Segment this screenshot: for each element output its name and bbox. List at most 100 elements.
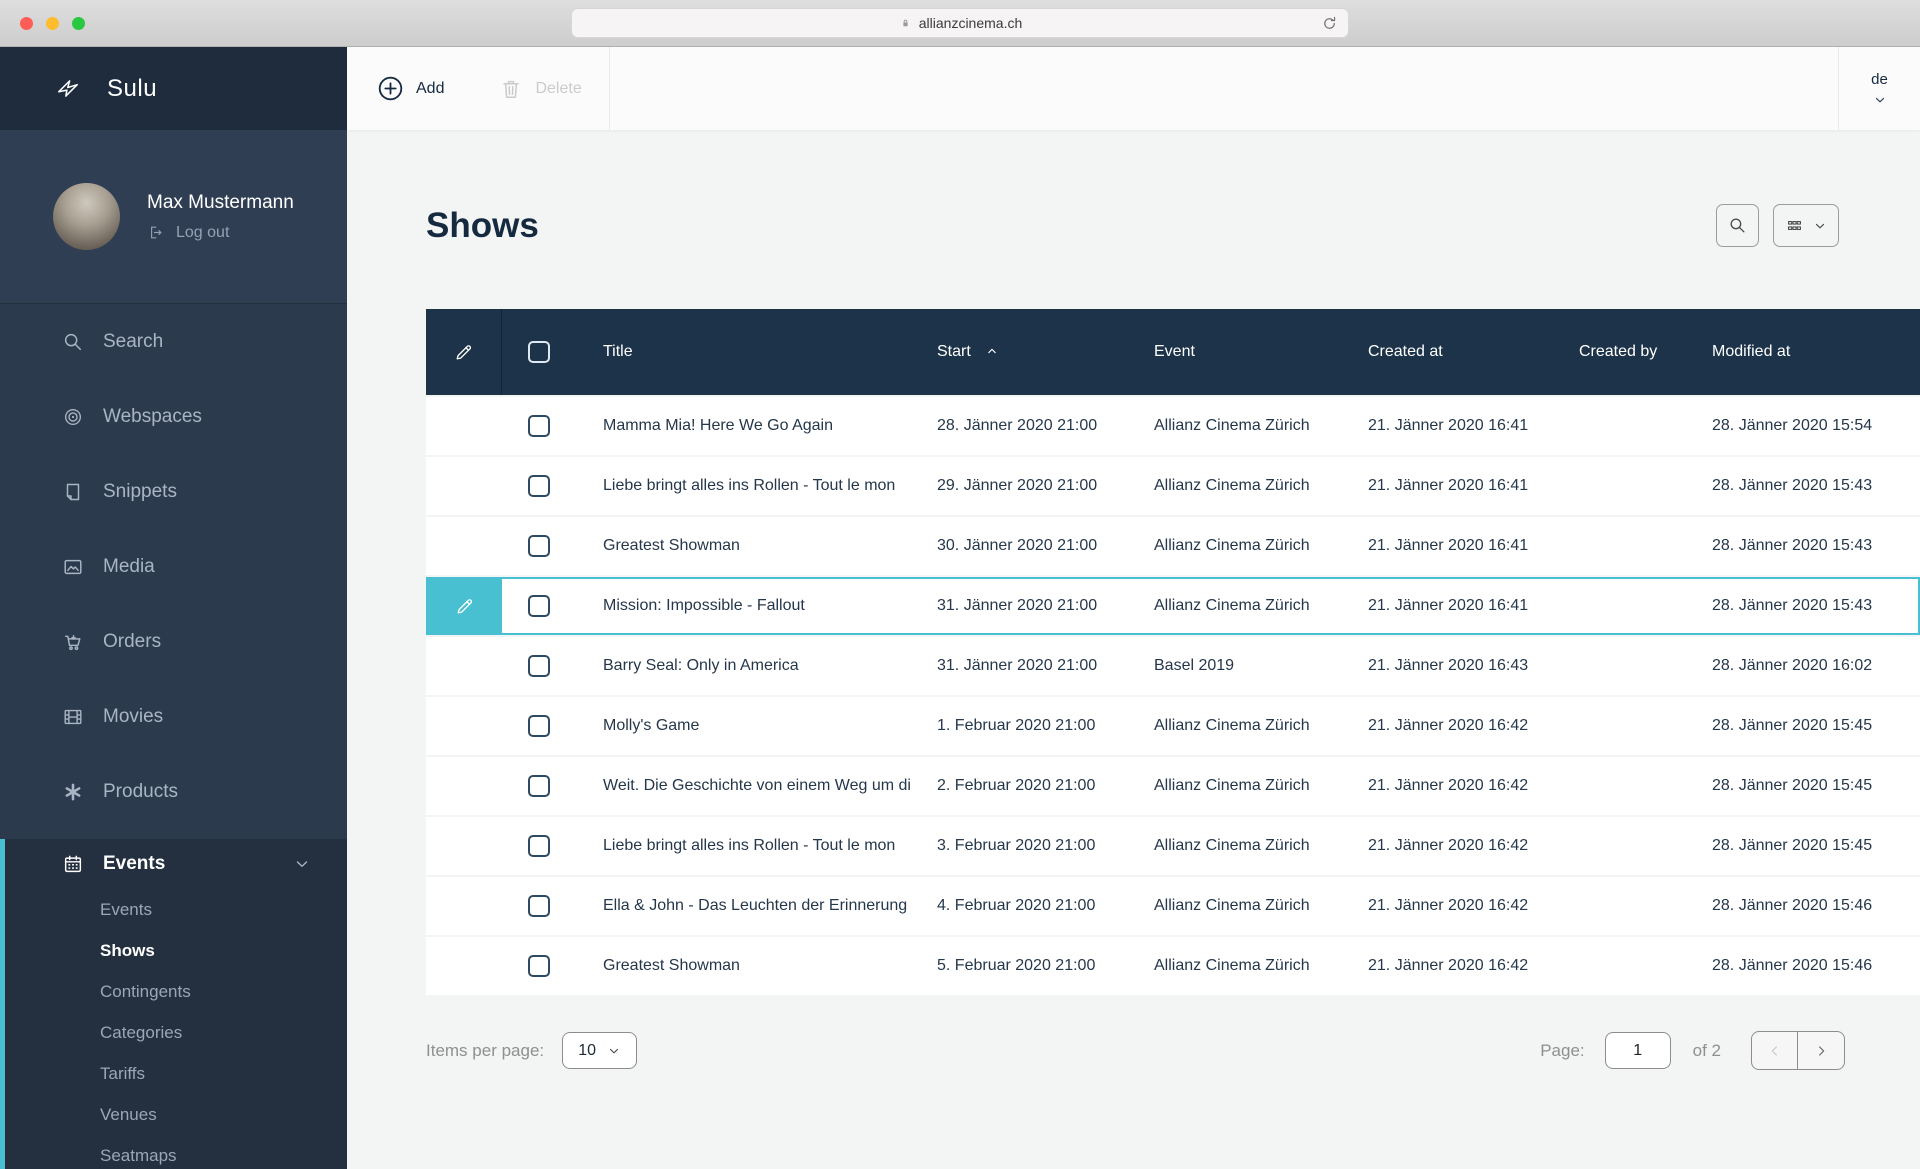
page-number-input[interactable] — [1605, 1032, 1671, 1069]
logout-button[interactable]: Log out — [147, 224, 294, 242]
close-window-button[interactable] — [20, 17, 33, 30]
table-row[interactable]: Liebe bringt alles ins Rollen - Tout le … — [426, 817, 1920, 875]
row-created-at: 21. Jänner 2020 16:42 — [1361, 717, 1572, 735]
add-button-label: Add — [416, 80, 444, 98]
row-checkbox[interactable] — [528, 895, 550, 917]
row-title: Mamma Mia! Here We Go Again — [575, 417, 930, 435]
row-checkbox[interactable] — [528, 715, 550, 737]
add-button[interactable]: Add — [377, 75, 444, 102]
sidebar-item-events-section[interactable]: Events — [5, 839, 347, 889]
row-modified-at: 28. Jänner 2020 15:45 — [1705, 837, 1920, 855]
row-checkbox[interactable] — [528, 415, 550, 437]
column-header-start[interactable]: Start — [930, 343, 1147, 361]
table-row[interactable]: Mamma Mia! Here We Go Again28. Jänner 20… — [426, 397, 1920, 455]
column-header-event[interactable]: Event — [1147, 343, 1361, 361]
sidebar-item-webspaces[interactable]: Webspaces — [0, 379, 347, 454]
view-mode-button[interactable] — [1773, 204, 1839, 247]
row-created-at: 21. Jänner 2020 16:42 — [1361, 777, 1572, 795]
column-header-title[interactable]: Title — [575, 343, 930, 361]
select-all-checkbox[interactable] — [528, 341, 550, 363]
row-checkbox-cell — [502, 415, 575, 437]
row-checkbox-cell — [502, 595, 575, 617]
table-row[interactable]: Mission: Impossible - Fallout31. Jänner … — [426, 577, 1920, 635]
row-checkbox[interactable] — [528, 475, 550, 497]
row-created-at: 21. Jänner 2020 16:41 — [1361, 597, 1572, 615]
table-row[interactable]: Molly's Game1. Februar 2020 21:00Allianz… — [426, 697, 1920, 755]
row-edit-cell — [426, 517, 502, 575]
row-title: Greatest Showman — [575, 957, 930, 975]
column-header-modified-at[interactable]: Modified at — [1705, 343, 1920, 361]
table-row[interactable]: Greatest Showman5. Februar 2020 21:00All… — [426, 937, 1920, 995]
sidebar-subitem-contingents[interactable]: Contingents — [5, 971, 347, 1012]
sidebar-nav: Search Webspaces SnippetsMediaOrdersMovies… — [0, 303, 347, 839]
row-title: Mission: Impossible - Fallout — [575, 597, 930, 615]
row-start: 2. Februar 2020 21:00 — [930, 777, 1147, 795]
row-created-at: 21. Jänner 2020 16:42 — [1361, 957, 1572, 975]
row-title: Weit. Die Geschichte von einem Weg um di — [575, 777, 930, 795]
table-row[interactable]: Ella & John - Das Leuchten der Erinnerun… — [426, 877, 1920, 935]
search-button[interactable] — [1716, 204, 1759, 247]
sidebar-item-search[interactable]: Search — [0, 304, 347, 379]
row-checkbox-cell — [502, 655, 575, 677]
minimize-window-button[interactable] — [46, 17, 59, 30]
row-event: Basel 2019 — [1147, 657, 1361, 675]
sidebar-item-orders[interactable]: Orders — [0, 604, 347, 679]
table-row[interactable]: Liebe bringt alles ins Rollen - Tout le … — [426, 457, 1920, 515]
edit-column-header — [426, 309, 502, 395]
sulu-logo-label: Sulu — [107, 75, 157, 103]
sidebar-subitem-seatmaps[interactable]: Seatmaps — [5, 1135, 347, 1169]
refresh-icon[interactable] — [1320, 14, 1339, 33]
sulu-logo-icon — [55, 76, 81, 102]
sidebar-subitem-categories[interactable]: Categories — [5, 1012, 347, 1053]
row-edit-cell — [426, 457, 502, 515]
row-checkbox[interactable] — [528, 595, 550, 617]
row-checkbox-cell — [502, 475, 575, 497]
row-created-at: 21. Jänner 2020 16:41 — [1361, 417, 1572, 435]
chevron-down-icon — [607, 1044, 621, 1058]
row-checkbox[interactable] — [528, 535, 550, 557]
sidebar-subitem-shows[interactable]: Shows — [5, 930, 347, 971]
pagination: Items per page: 10 Page: of 2 — [426, 1031, 1845, 1070]
sidebar-subitem-venues[interactable]: Venues — [5, 1094, 347, 1135]
page-label: Page: — [1540, 1041, 1584, 1061]
items-per-page-select[interactable]: 10 — [562, 1032, 637, 1069]
sidebar-item-media[interactable]: Media — [0, 529, 347, 604]
row-checkbox-cell — [502, 955, 575, 977]
table-row[interactable]: Greatest Showman30. Jänner 2020 21:00All… — [426, 517, 1920, 575]
next-page-button[interactable] — [1798, 1032, 1844, 1069]
address-bar[interactable]: allianzcinema.ch — [571, 8, 1349, 38]
column-header-created-at[interactable]: Created at — [1361, 343, 1572, 361]
sidebar-subitem-tariffs[interactable]: Tariffs — [5, 1053, 347, 1094]
row-checkbox-cell — [502, 535, 575, 557]
table-row[interactable]: Weit. Die Geschichte von einem Weg um di… — [426, 757, 1920, 815]
sulu-logo[interactable]: Sulu — [0, 47, 347, 130]
sidebar-item-snippets[interactable]: Snippets — [0, 454, 347, 529]
row-modified-at: 28. Jänner 2020 15:45 — [1705, 777, 1920, 795]
row-start: 5. Februar 2020 21:00 — [930, 957, 1147, 975]
zoom-window-button[interactable] — [72, 17, 85, 30]
row-event: Allianz Cinema Zürich — [1147, 477, 1361, 495]
row-checkbox-cell — [502, 715, 575, 737]
table-row[interactable]: Barry Seal: Only in America31. Jänner 20… — [426, 637, 1920, 695]
row-edit-cell — [426, 757, 502, 815]
row-edit-button[interactable] — [426, 577, 502, 635]
row-modified-at: 28. Jänner 2020 15:43 — [1705, 597, 1920, 615]
shows-table: Title Start Event Created at Created by — [426, 309, 1920, 995]
locale-label: de — [1871, 71, 1888, 88]
row-title: Greatest Showman — [575, 537, 930, 555]
row-checkbox[interactable] — [528, 775, 550, 797]
row-event: Allianz Cinema Zürich — [1147, 537, 1361, 555]
locale-switcher[interactable]: de — [1838, 47, 1920, 130]
chevron-down-icon — [1813, 219, 1827, 233]
previous-page-button[interactable] — [1752, 1032, 1798, 1069]
sidebar-item-label: Webspaces — [103, 406, 202, 428]
row-checkbox[interactable] — [528, 835, 550, 857]
table-view-icon — [1785, 216, 1804, 235]
sidebar-item-movies[interactable]: Movies — [0, 679, 347, 754]
sidebar-item-products[interactable]: Products — [0, 754, 347, 829]
row-checkbox[interactable] — [528, 955, 550, 977]
sidebar-subitem-events[interactable]: Events — [5, 889, 347, 930]
row-checkbox[interactable] — [528, 655, 550, 677]
delete-button[interactable]: Delete — [499, 77, 581, 101]
column-header-created-by[interactable]: Created by — [1572, 343, 1705, 361]
